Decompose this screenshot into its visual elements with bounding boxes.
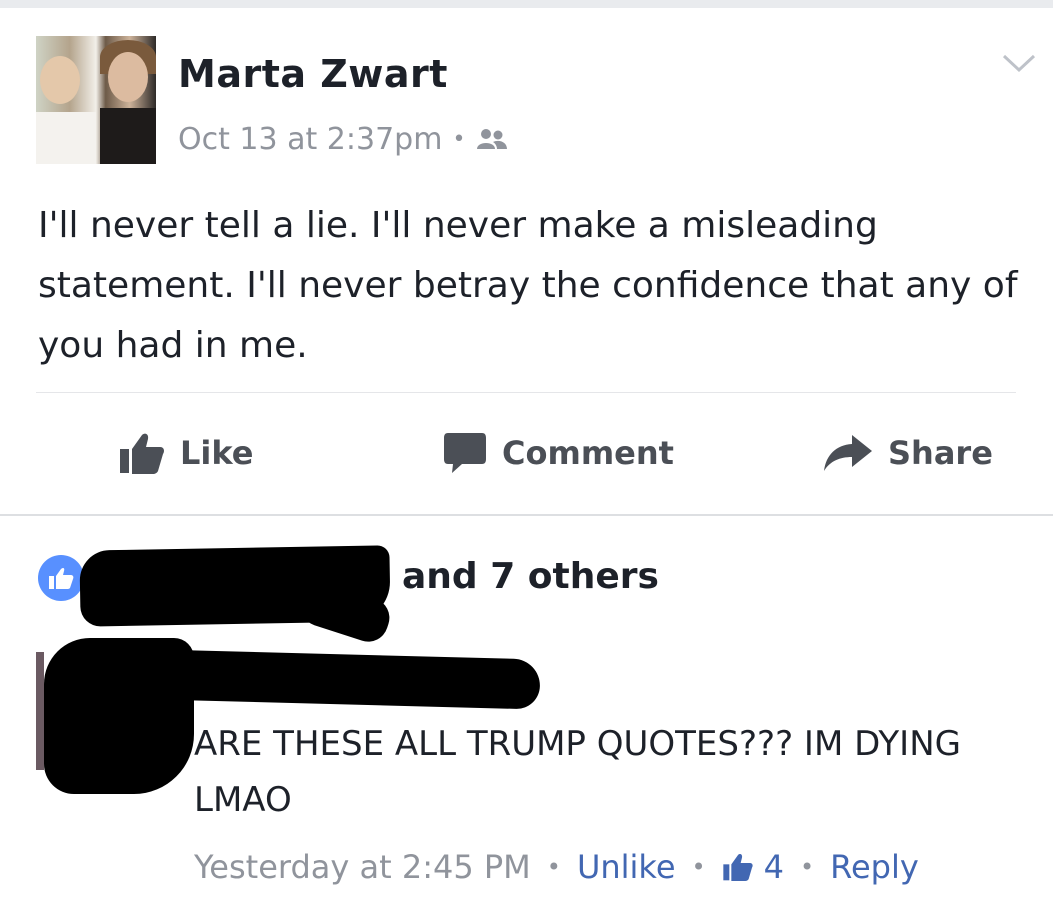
commenter-avatar[interactable] <box>36 652 44 770</box>
top-separator-bar <box>0 0 1053 8</box>
comment-button[interactable]: Comment <box>442 430 674 476</box>
meta-separator: • <box>452 127 466 152</box>
like-count-value: 4 <box>763 848 785 886</box>
meta-separator: • <box>800 853 815 881</box>
meta-separator: • <box>546 853 561 881</box>
action-divider <box>36 392 1016 393</box>
like-label: Like <box>180 434 254 472</box>
post-meta: Oct 13 at 2:37pm • <box>178 122 509 157</box>
like-button[interactable]: Like <box>118 430 253 476</box>
author-name[interactable]: Marta Zwart <box>178 52 448 96</box>
thumbs-up-icon <box>120 433 164 474</box>
comment-bubble-icon <box>444 433 486 473</box>
comment-body: ARE THESE ALL TRUMP QUOTES??? IM DYING L… <box>194 724 961 820</box>
post-timestamp[interactable]: Oct 13 at 2:37pm <box>178 122 442 157</box>
comment-label: Comment <box>502 434 674 472</box>
meta-separator: • <box>691 853 706 881</box>
like-badge-icon <box>38 555 84 601</box>
share-button[interactable]: Share <box>822 430 993 476</box>
share-arrow-icon <box>824 435 872 471</box>
friends-icon <box>477 128 508 149</box>
post-body: I'll never tell a lie. I'll never make a… <box>38 205 1018 366</box>
section-separator <box>0 514 1053 516</box>
unlike-link[interactable]: Unlike <box>577 848 676 886</box>
thumbs-up-icon <box>722 854 753 881</box>
chevron-down-icon[interactable] <box>1000 52 1038 76</box>
reactions-text[interactable]: and 7 others <box>402 556 659 597</box>
author-avatar[interactable] <box>36 36 156 164</box>
share-label: Share <box>888 434 993 472</box>
comment-like-count[interactable]: 4 <box>722 848 784 886</box>
reply-link[interactable]: Reply <box>830 848 919 886</box>
reactions-summary[interactable] <box>38 552 84 604</box>
comment-timestamp[interactable]: Yesterday at 2:45 PM <box>194 848 531 886</box>
comment-meta: Yesterday at 2:45 PM • Unlike • 4 • Repl… <box>194 842 919 892</box>
